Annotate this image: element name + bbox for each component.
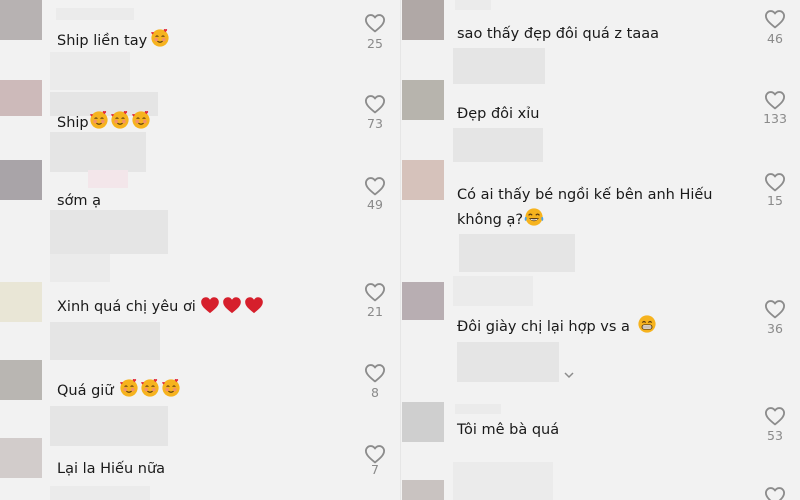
comment-text-label: Tôi mê bà quá xyxy=(457,422,560,438)
blurred-region xyxy=(453,462,553,500)
comment-text-label: Lại la Hiếu nữa xyxy=(57,461,166,477)
blurred-region xyxy=(50,210,168,254)
comment-text: Quá giữ xyxy=(57,378,181,401)
heart-outline-icon[interactable] xyxy=(764,486,786,500)
like-count: 53 xyxy=(767,428,783,443)
blush-emoji-icon xyxy=(89,110,109,130)
comment-text: Đôi giày chị lại hợp vs a xyxy=(457,314,657,337)
comment-item: Lại la Hiếu nữa 7 xyxy=(0,400,400,500)
heart-outline-icon[interactable] xyxy=(364,363,386,383)
avatar[interactable] xyxy=(402,402,444,442)
blurred-region xyxy=(50,132,146,172)
comments-panel-right: sao thấy đẹp đôi quá z taaa 46 Đẹp đôi x… xyxy=(400,0,800,500)
blurred-region xyxy=(453,48,545,84)
comment-text-label: sao thấy đẹp đôi quá z taaa xyxy=(457,26,659,42)
blurred-region xyxy=(50,322,160,360)
blurred-region xyxy=(453,128,543,162)
heart-outline-icon[interactable] xyxy=(364,444,386,464)
like-count: 25 xyxy=(367,36,383,51)
comment-item: Đôi giày chị lại hợp vs a 36 xyxy=(401,276,800,346)
like-count: 133 xyxy=(763,111,787,126)
blush-emoji-icon xyxy=(131,110,151,130)
avatar[interactable] xyxy=(0,80,42,116)
avatar[interactable] xyxy=(0,438,42,478)
comment-text-label: Quá giữ xyxy=(57,383,114,399)
comment-text-label: Ship xyxy=(57,115,89,131)
comment-text-label: Đẹp đôi xỉu xyxy=(457,106,540,122)
blush-emoji-icon xyxy=(150,28,170,48)
blurred-region xyxy=(50,52,130,90)
comment-text: Lại la Hiếu nữa xyxy=(57,459,165,479)
blush-emoji-icon xyxy=(119,378,139,398)
like-count: 36 xyxy=(767,321,783,336)
comment-text-label: Xinh quá chị yêu ơi xyxy=(57,299,196,315)
username-blurred[interactable] xyxy=(455,404,501,414)
heart-outline-icon[interactable] xyxy=(364,282,386,302)
chevron-down-icon[interactable] xyxy=(563,366,575,379)
comment-text-label: Có ai thấy bé ngồi kế bên anh Hiếu không… xyxy=(457,187,713,228)
comment-item: Tôi mê bà quá 53 xyxy=(401,398,800,458)
like-count: 49 xyxy=(367,197,383,212)
username-blurred[interactable] xyxy=(56,8,134,20)
comment-item: Đẹp đôi xỉu 133 xyxy=(401,46,800,136)
comment-text: Đẹp đôi xỉu xyxy=(457,104,539,124)
heart-outline-icon[interactable] xyxy=(764,299,786,319)
heart-outline-icon[interactable] xyxy=(764,406,786,426)
comment-text: Có ai thấy bé ngồi kế bên anh Hiếu không… xyxy=(457,184,727,232)
comment-item: Quá giữ 8 xyxy=(0,322,400,402)
avatar[interactable] xyxy=(0,160,42,200)
avatar[interactable] xyxy=(0,0,42,40)
comment-text-label: sớm ạ xyxy=(57,193,102,209)
like-count: 73 xyxy=(367,116,383,131)
heart-outline-icon[interactable] xyxy=(364,94,386,114)
blurred-region xyxy=(50,486,150,500)
heart-outline-icon[interactable] xyxy=(364,13,386,33)
blurred-region xyxy=(88,170,128,188)
view-replies-blurred[interactable] xyxy=(457,342,559,382)
like-count: 8 xyxy=(371,385,379,400)
avatar[interactable] xyxy=(402,160,444,200)
blurred-region xyxy=(459,234,575,272)
blurred-region xyxy=(50,406,168,446)
grin-emoji-icon xyxy=(637,314,657,334)
avatar[interactable] xyxy=(402,480,444,500)
avatar[interactable] xyxy=(0,360,42,400)
blush-emoji-icon xyxy=(140,378,160,398)
comments-panel-left: Ship liền tay 25 Ship 73 sớm ạ 49 Xinh q… xyxy=(0,0,400,500)
comment-text: Tôi mê bà quá xyxy=(457,420,559,440)
heart-outline-icon[interactable] xyxy=(764,90,786,110)
red-heart-emoji-icon xyxy=(222,296,242,314)
blush-emoji-icon xyxy=(161,378,181,398)
comment-text-label: Đôi giày chị lại hợp vs a xyxy=(457,319,630,335)
username-blurred[interactable] xyxy=(455,0,491,10)
like-count: 46 xyxy=(767,31,783,46)
like-count: 15 xyxy=(767,193,783,208)
heart-outline-icon[interactable] xyxy=(364,176,386,196)
comment-text: sớm ạ xyxy=(57,191,101,211)
heart-outline-icon[interactable] xyxy=(764,172,786,192)
avatar[interactable] xyxy=(402,282,444,320)
blurred-region xyxy=(453,276,533,306)
red-heart-emoji-icon xyxy=(244,296,264,314)
comment-item: Có ai thấy bé ngồi kế bên anh Hiếu không… xyxy=(401,128,800,232)
comment-text-label: Ship liền tay xyxy=(57,33,148,49)
comment-text: sao thấy đẹp đôi quá z taaa xyxy=(457,24,659,44)
blurred-region xyxy=(50,254,110,282)
comment-text: Xinh quá chị yêu ơi xyxy=(57,296,264,317)
avatar[interactable] xyxy=(0,282,42,322)
avatar[interactable] xyxy=(402,80,444,120)
like-count: 21 xyxy=(367,304,383,319)
comment-item: sớm ạ 49 xyxy=(0,130,400,220)
comment-text: Ship liền tay xyxy=(57,28,170,51)
heart-outline-icon[interactable] xyxy=(764,9,786,29)
blush-emoji-icon xyxy=(110,110,130,130)
like-count: 7 xyxy=(371,462,379,477)
joy-emoji-icon xyxy=(524,207,544,227)
red-heart-emoji-icon xyxy=(200,296,220,314)
avatar[interactable] xyxy=(402,0,444,40)
